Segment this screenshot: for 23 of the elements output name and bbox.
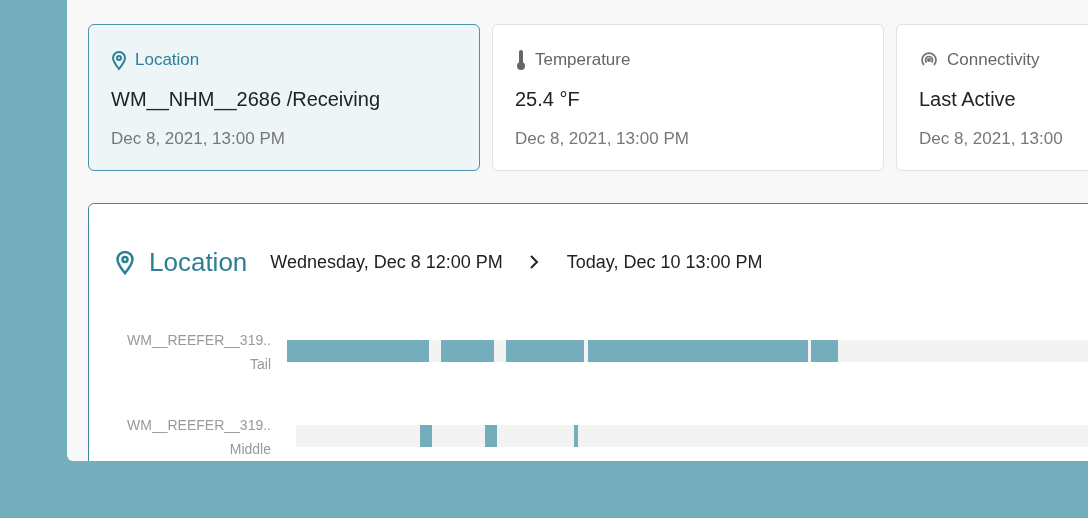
card-time: Dec 8, 2021, 13:00	[919, 128, 1064, 150]
timeline-title: Location	[149, 245, 248, 279]
card-value: 25.4 °F	[515, 87, 581, 112]
card-value: WM__NHM__2686 /Receiving	[111, 87, 381, 113]
thermometer-icon	[515, 49, 527, 71]
asset-name: WM__REEFER__319..	[127, 331, 271, 349]
asset-position: Tail	[250, 355, 271, 373]
card-label: Temperature	[535, 49, 631, 72]
card-value: Last Active	[919, 87, 1017, 112]
end-time: Today, Dec 10 13:00 PM	[566, 250, 763, 274]
card-time: Dec 8, 2021, 13:00 PM	[515, 128, 690, 150]
location-pin-icon	[115, 249, 135, 275]
status-card[interactable]: Location WM__NHM__2686 /Receiving Dec 8, 2021, 13:00 PM	[88, 24, 480, 171]
card-label: Location	[135, 49, 200, 72]
location-pin-icon	[111, 50, 127, 70]
asset-name: WM__REEFER__319..	[127, 416, 271, 434]
chevron-right-icon	[528, 254, 539, 270]
status-card[interactable]: Connectivity Last Active Dec 8, 2021, 13:00	[896, 24, 1088, 171]
asset-position: Middle	[229, 440, 271, 458]
start-time: Wednesday, Dec 8 12:00 PM	[270, 250, 503, 274]
status-card[interactable]: Temperature 25.4 °F Dec 8, 2021, 13:00 PM	[492, 24, 884, 171]
card-time: Dec 8, 2021, 13:00 PM	[111, 128, 286, 150]
card-label: Connectivity	[947, 49, 1040, 72]
